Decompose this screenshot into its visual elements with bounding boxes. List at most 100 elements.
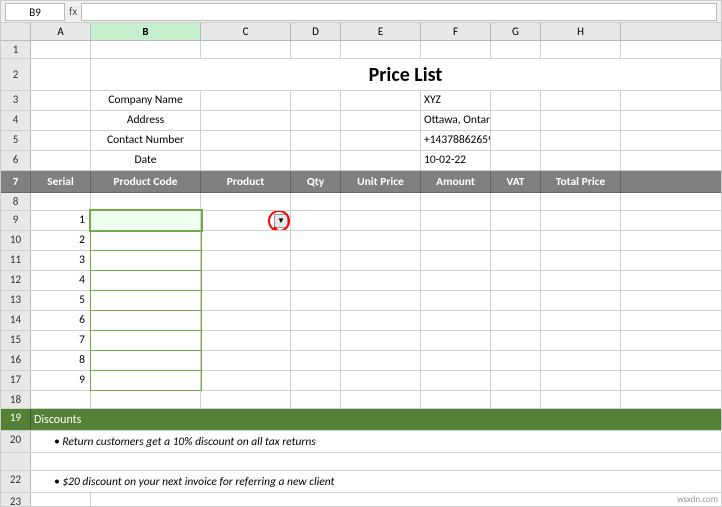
cell-e3[interactable] bbox=[341, 91, 421, 110]
cell-c6[interactable] bbox=[201, 151, 291, 170]
cell-c16[interactable] bbox=[201, 351, 291, 370]
cell-d12[interactable] bbox=[291, 271, 341, 290]
col-header-d[interactable]: D bbox=[291, 23, 341, 40]
cell-h18[interactable] bbox=[541, 391, 621, 408]
cell-c12[interactable] bbox=[201, 271, 291, 290]
col-header-e[interactable]: E bbox=[341, 23, 421, 40]
cell-g15[interactable] bbox=[491, 331, 541, 350]
cell-a16-serial[interactable]: 8 bbox=[31, 351, 91, 370]
cell-b9-product-code[interactable] bbox=[91, 211, 201, 230]
cell-g14[interactable] bbox=[491, 311, 541, 330]
cell-b18[interactable] bbox=[91, 391, 201, 408]
cell-h6[interactable] bbox=[541, 151, 621, 170]
cell-c9-product[interactable]: ▼ bbox=[201, 211, 291, 230]
cell-g17[interactable] bbox=[491, 371, 541, 390]
cell-b11[interactable] bbox=[91, 251, 201, 270]
col-header-h[interactable]: H bbox=[541, 23, 621, 40]
cell-h3[interactable] bbox=[541, 91, 621, 110]
col-header-b[interactable]: B bbox=[91, 23, 201, 40]
cell-d9[interactable] bbox=[291, 211, 341, 230]
cell-d16[interactable] bbox=[291, 351, 341, 370]
cell-f15[interactable] bbox=[421, 331, 491, 350]
cell-d18[interactable] bbox=[291, 391, 341, 408]
cell-a6[interactable] bbox=[31, 151, 91, 170]
cell-c13[interactable] bbox=[201, 291, 291, 310]
cell-a14-serial[interactable]: 6 bbox=[31, 311, 91, 330]
cell-e13[interactable] bbox=[341, 291, 421, 310]
cell-d13[interactable] bbox=[291, 291, 341, 310]
cell-g11[interactable] bbox=[491, 251, 541, 270]
cell-b14[interactable] bbox=[91, 311, 201, 330]
cell-h1[interactable] bbox=[541, 41, 621, 58]
col-header-f[interactable]: F bbox=[421, 23, 491, 40]
col-header-c[interactable]: C bbox=[201, 23, 291, 40]
cell-d3[interactable] bbox=[291, 91, 341, 110]
cell-b10[interactable] bbox=[91, 231, 201, 250]
cell-a10-serial[interactable]: 2 bbox=[31, 231, 91, 250]
cell-f13[interactable] bbox=[421, 291, 491, 310]
col-header-a[interactable]: A bbox=[31, 23, 91, 40]
cell-c10[interactable] bbox=[201, 231, 291, 250]
cell-g13[interactable] bbox=[491, 291, 541, 310]
cell-e14[interactable] bbox=[341, 311, 421, 330]
cell-a8[interactable] bbox=[31, 193, 91, 210]
cell-h14[interactable] bbox=[541, 311, 621, 330]
cell-f11[interactable] bbox=[421, 251, 491, 270]
cell-h15[interactable] bbox=[541, 331, 621, 350]
name-box[interactable]: B9 bbox=[5, 3, 65, 21]
cell-b16[interactable] bbox=[91, 351, 201, 370]
cell-e11[interactable] bbox=[341, 251, 421, 270]
cell-a4[interactable] bbox=[31, 111, 91, 130]
cell-f16[interactable] bbox=[421, 351, 491, 370]
cell-d8[interactable] bbox=[291, 193, 341, 210]
cell-f1[interactable] bbox=[421, 41, 491, 58]
cell-d11[interactable] bbox=[291, 251, 341, 270]
cell-a23[interactable] bbox=[31, 493, 91, 506]
cell-a15-serial[interactable]: 7 bbox=[31, 331, 91, 350]
cell-a2[interactable] bbox=[31, 59, 91, 90]
cell-e4[interactable] bbox=[341, 111, 421, 130]
cell-g1[interactable] bbox=[491, 41, 541, 58]
cell-d1[interactable] bbox=[291, 41, 341, 58]
cell-e12[interactable] bbox=[341, 271, 421, 290]
cell-g16[interactable] bbox=[491, 351, 541, 370]
cell-d10[interactable] bbox=[291, 231, 341, 250]
cell-f10[interactable] bbox=[421, 231, 491, 250]
cell-h17[interactable] bbox=[541, 371, 621, 390]
cell-h11[interactable] bbox=[541, 251, 621, 270]
cell-f8[interactable] bbox=[421, 193, 491, 210]
cell-g5[interactable] bbox=[491, 131, 541, 150]
cell-c17[interactable] bbox=[201, 371, 291, 390]
cell-a9-serial[interactable]: 1 bbox=[31, 211, 91, 230]
cell-b13[interactable] bbox=[91, 291, 201, 310]
cell-a3[interactable] bbox=[31, 91, 91, 110]
cell-f18[interactable] bbox=[421, 391, 491, 408]
cell-g12[interactable] bbox=[491, 271, 541, 290]
cell-a13-serial[interactable]: 5 bbox=[31, 291, 91, 310]
cell-e5[interactable] bbox=[341, 131, 421, 150]
cell-e8[interactable] bbox=[341, 193, 421, 210]
cell-b12[interactable] bbox=[91, 271, 201, 290]
cell-h10[interactable] bbox=[541, 231, 621, 250]
cell-d17[interactable] bbox=[291, 371, 341, 390]
cell-c1[interactable] bbox=[201, 41, 291, 58]
cell-g9[interactable] bbox=[491, 211, 541, 230]
col-header-g[interactable]: G bbox=[491, 23, 541, 40]
cell-h8[interactable] bbox=[541, 193, 621, 210]
cell-g8[interactable] bbox=[491, 193, 541, 210]
cell-h13[interactable] bbox=[541, 291, 621, 310]
cell-b15[interactable] bbox=[91, 331, 201, 350]
cell-g6[interactable] bbox=[491, 151, 541, 170]
cell-d4[interactable] bbox=[291, 111, 341, 130]
cell-c11[interactable] bbox=[201, 251, 291, 270]
cell-h16[interactable] bbox=[541, 351, 621, 370]
cell-a1[interactable] bbox=[31, 41, 91, 58]
cell-a17-serial[interactable]: 9 bbox=[31, 371, 91, 390]
cell-d6[interactable] bbox=[291, 151, 341, 170]
cell-g10[interactable] bbox=[491, 231, 541, 250]
cell-a11-serial[interactable]: 3 bbox=[31, 251, 91, 270]
cell-e16[interactable] bbox=[341, 351, 421, 370]
cell-h4[interactable] bbox=[541, 111, 621, 130]
formula-input[interactable] bbox=[81, 3, 717, 21]
cell-b17[interactable] bbox=[91, 371, 201, 390]
